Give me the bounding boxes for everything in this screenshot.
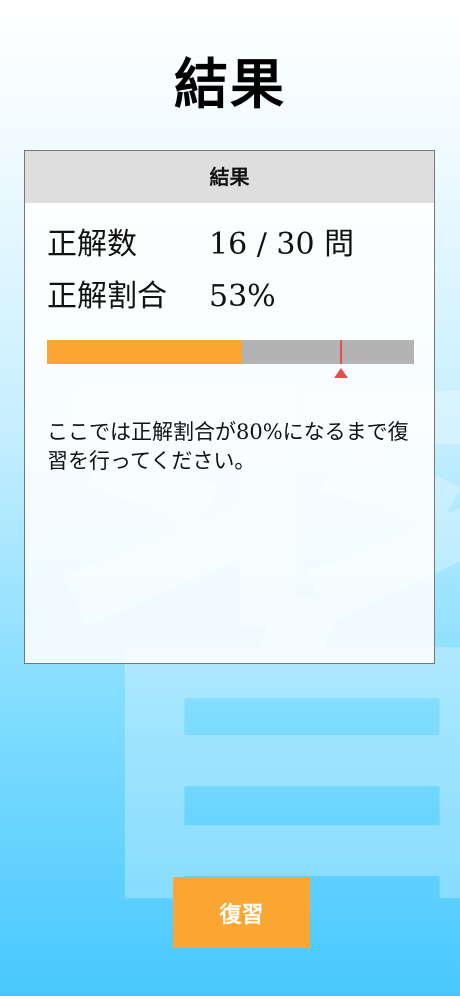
correct-count-value: 16 / 30 問 [209, 227, 355, 262]
instruction-message: ここでは正解割合が80%になるまで復習を行ってください。 [47, 420, 409, 473]
progress-bar [47, 340, 414, 378]
page-title: 結果 [174, 52, 286, 116]
correct-rate-value: 53% [209, 279, 276, 314]
progress-fill [47, 340, 242, 364]
review-button[interactable]: 復習 [173, 877, 310, 948]
correct-rate-label: 正解割合 [47, 279, 167, 314]
result-card: 結果 正解数 16 / 30 問 正解割合 53% ここでは正解割合が80%にな… [24, 150, 435, 664]
correct-count-label: 正解数 [47, 227, 137, 262]
card-header: 結果 [25, 151, 434, 203]
target-line [340, 340, 342, 364]
target-marker-icon [334, 368, 348, 378]
